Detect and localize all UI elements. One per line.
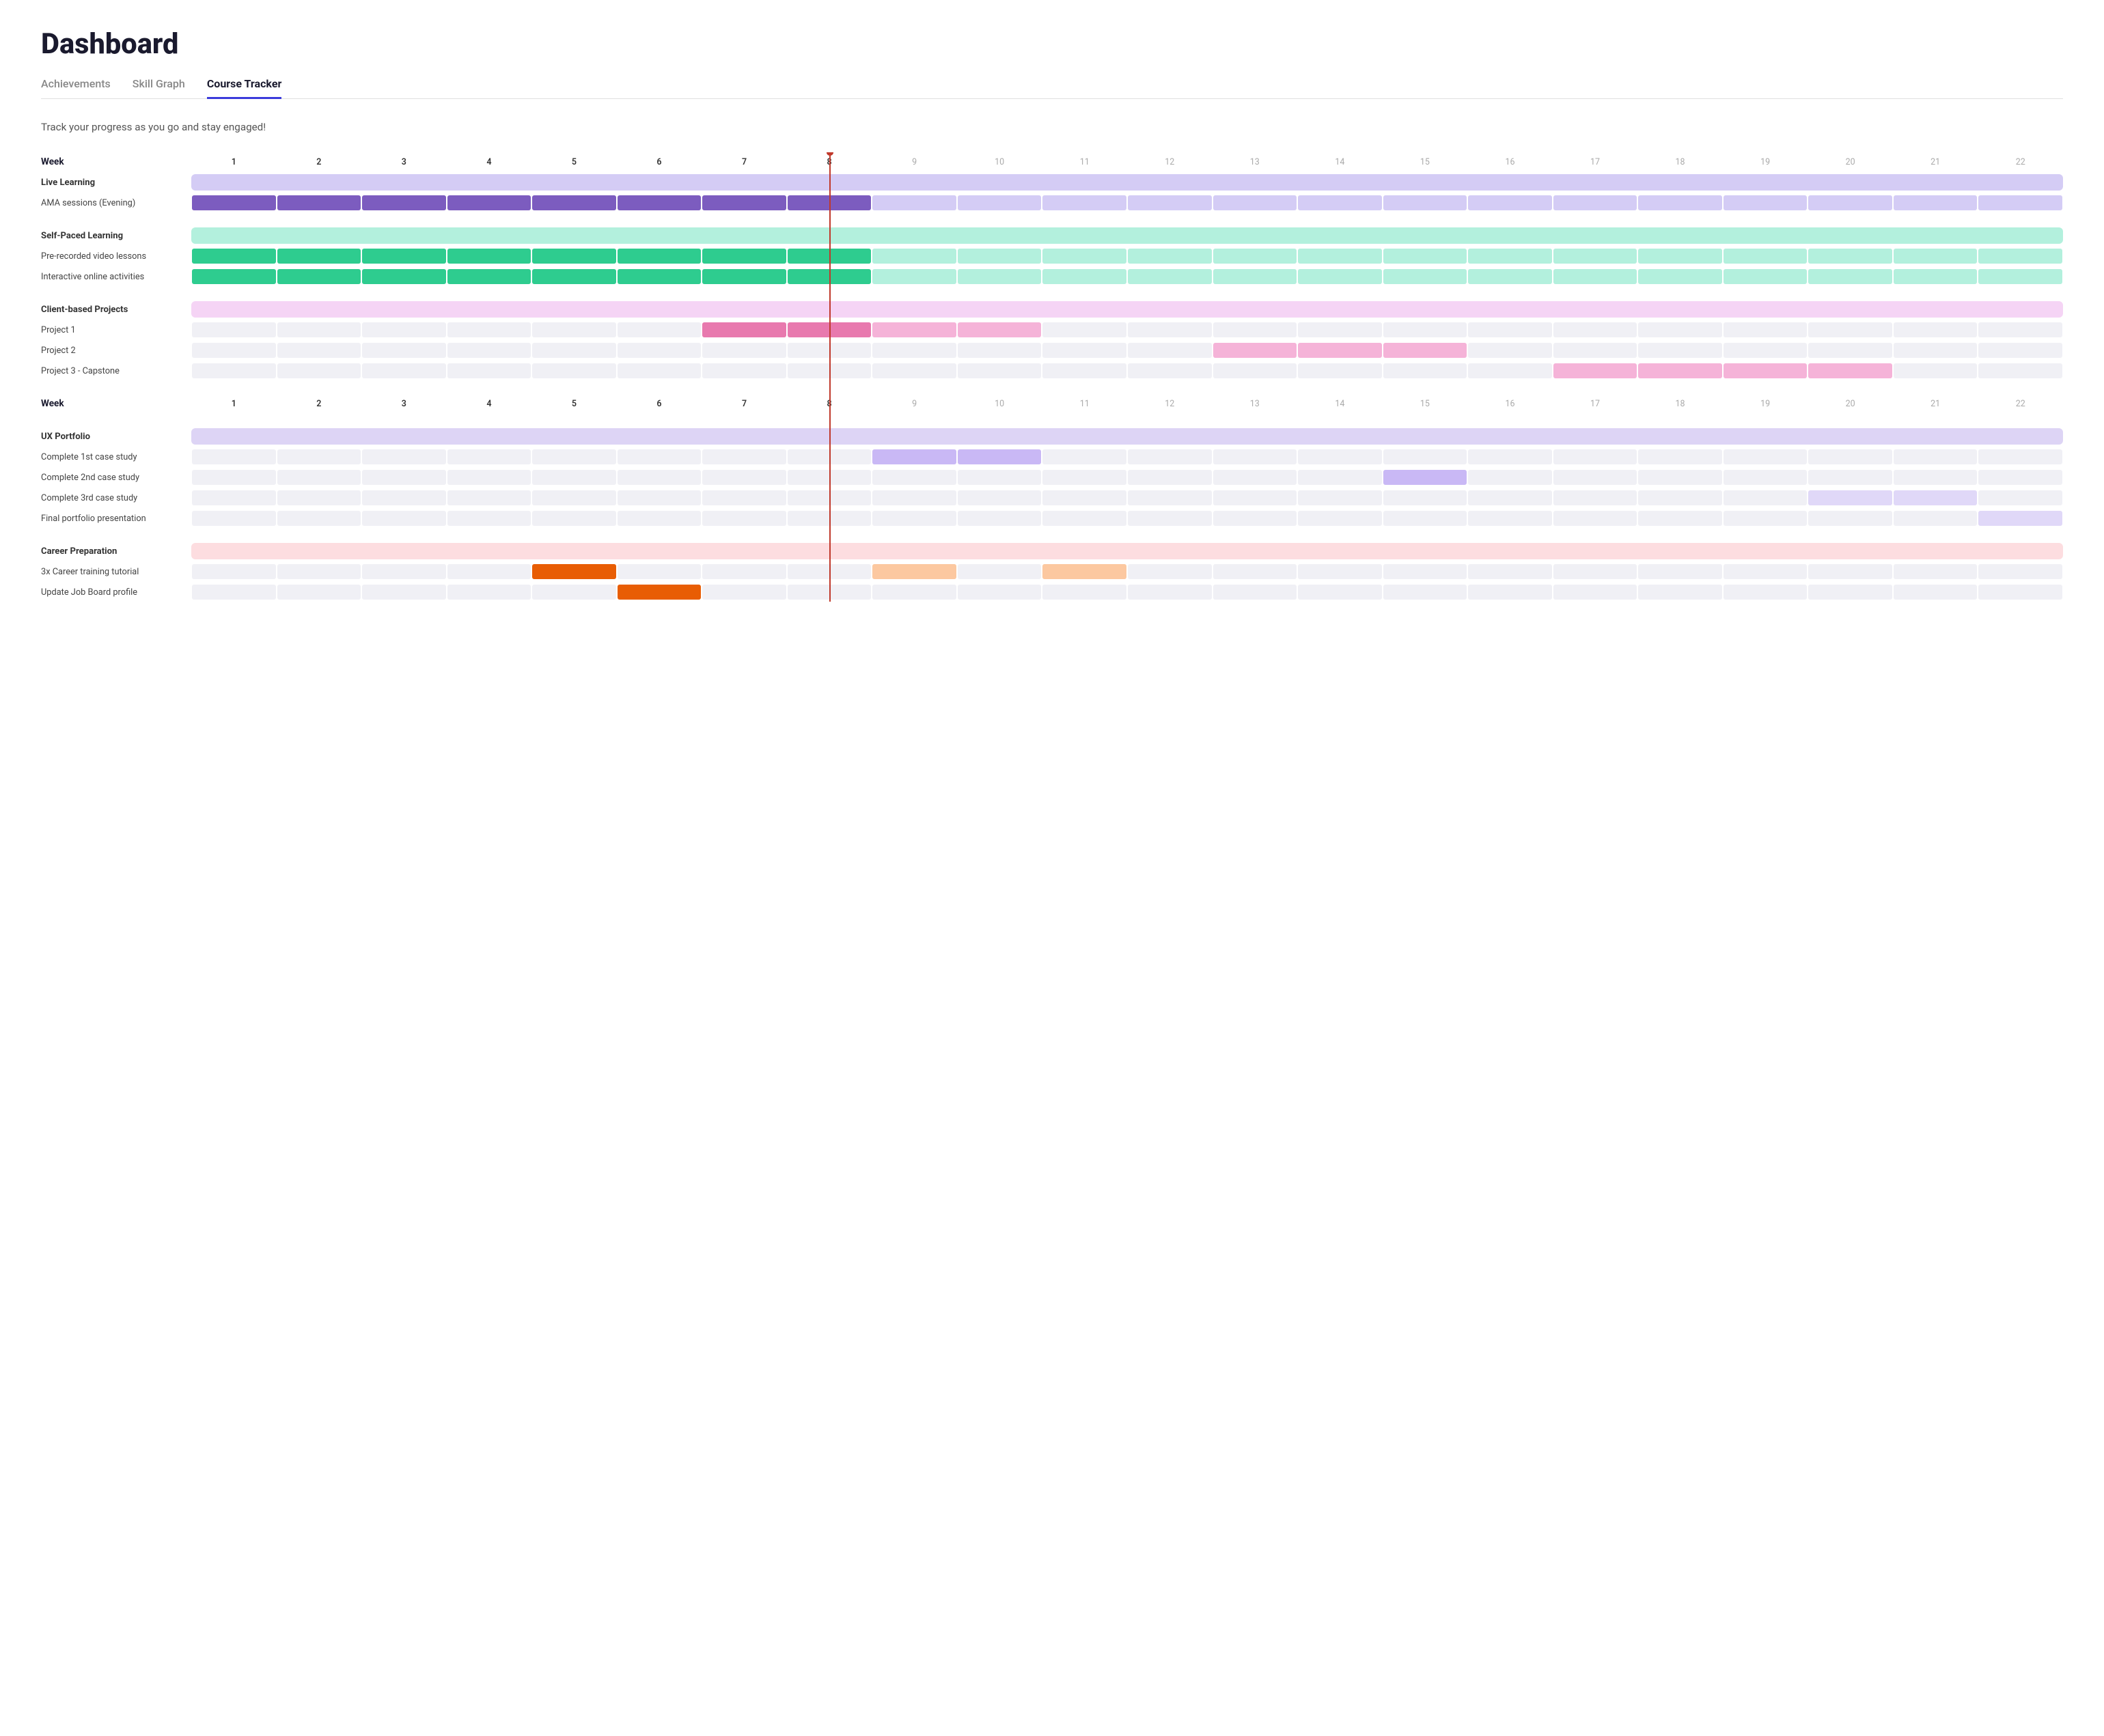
- week-num-9: 9: [872, 157, 957, 167]
- week-num-11: 11: [1042, 399, 1127, 409]
- week-num-4: 4: [447, 399, 532, 409]
- week-num-7: 7: [702, 157, 787, 167]
- week-num-13: 13: [1213, 399, 1298, 409]
- week-label: Week: [41, 156, 191, 167]
- week-num-17: 17: [1553, 399, 1638, 409]
- section-bg-self-paced: [191, 227, 2063, 244]
- week-num-1: 1: [191, 399, 277, 409]
- week-num-15: 15: [1383, 157, 1468, 167]
- task-label: Project 1: [41, 325, 191, 335]
- task-label: Interactive online activities: [41, 272, 191, 282]
- week-num-3: 3: [361, 157, 447, 167]
- section-row-client-projects: Client-based Projects: [41, 300, 2063, 319]
- task-label: Complete 1st case study: [41, 452, 191, 462]
- week-num-22: 22: [1978, 399, 2063, 409]
- week-num-6: 6: [617, 157, 702, 167]
- task-label: Complete 2nd case study: [41, 473, 191, 483]
- section-row-live-learning: Live Learning: [41, 173, 2063, 192]
- task-row-ux-portfolio: Final portfolio presentation: [41, 509, 2063, 528]
- task-row-self-paced: Interactive online activities: [41, 267, 2063, 286]
- week-num-8: 8: [787, 157, 872, 167]
- week-num-21: 21: [1893, 399, 1978, 409]
- week-header-row: Week12345678910111213141516171819202122: [41, 394, 2063, 413]
- week-num-20: 20: [1808, 399, 1893, 409]
- week-num-12: 12: [1127, 157, 1213, 167]
- week-num-16: 16: [1467, 157, 1553, 167]
- section-row-career-prep: Career Preparation: [41, 542, 2063, 561]
- task-label: Pre-recorded video lessons: [41, 251, 191, 262]
- week-num-6: 6: [617, 399, 702, 409]
- week-num-5: 5: [531, 399, 617, 409]
- tab-achievements[interactable]: Achievements: [41, 77, 111, 99]
- task-label: AMA sessions (Evening): [41, 198, 191, 208]
- task-label: Final portfolio presentation: [41, 514, 191, 524]
- week-num-19: 19: [1723, 157, 1808, 167]
- week-num-14: 14: [1297, 157, 1383, 167]
- subtitle: Track your progress as you go and stay e…: [41, 121, 2063, 133]
- gantt-chart: Week12345678910111213141516171819202122L…: [41, 152, 2063, 602]
- week-num-12: 12: [1127, 399, 1213, 409]
- task-label: Complete 3rd case study: [41, 493, 191, 503]
- task-row-career-prep: Update Job Board profile: [41, 583, 2063, 602]
- section-label-live-learning: Live Learning: [41, 178, 191, 188]
- week-num-19: 19: [1723, 399, 1808, 409]
- gantt-wrapper: Week12345678910111213141516171819202122L…: [41, 152, 2063, 603]
- task-row-career-prep: 3x Career training tutorial: [41, 562, 2063, 581]
- section-bg-client-projects: [191, 301, 2063, 318]
- tab-course-tracker[interactable]: Course Tracker: [207, 77, 282, 99]
- page-title: Dashboard: [41, 27, 2063, 61]
- section-bg-ux-portfolio: [191, 428, 2063, 445]
- week-num-1: 1: [191, 157, 277, 167]
- task-row-ux-portfolio: Complete 1st case study: [41, 447, 2063, 466]
- task-label: Update Job Board profile: [41, 587, 191, 598]
- section-label-self-paced: Self-Paced Learning: [41, 231, 191, 241]
- section-label-ux-portfolio: UX Portfolio: [41, 432, 191, 442]
- week-num-14: 14: [1297, 399, 1383, 409]
- week-num-9: 9: [872, 399, 957, 409]
- task-row-ux-portfolio: Complete 2nd case study: [41, 468, 2063, 487]
- section-row-ux-portfolio: UX Portfolio: [41, 427, 2063, 446]
- task-label: 3x Career training tutorial: [41, 567, 191, 577]
- section-bg-live-learning: [191, 174, 2063, 191]
- task-row-self-paced: Pre-recorded video lessons: [41, 247, 2063, 266]
- section-label-client-projects: Client-based Projects: [41, 305, 191, 315]
- week-num-4: 4: [447, 157, 532, 167]
- week-num-2: 2: [277, 157, 362, 167]
- week-label: Week: [41, 398, 191, 409]
- week-num-20: 20: [1808, 157, 1893, 167]
- week-num-11: 11: [1042, 157, 1127, 167]
- week-num-17: 17: [1553, 157, 1638, 167]
- task-row-client-projects: Project 3 - Capstone: [41, 361, 2063, 380]
- week-header-row: Week12345678910111213141516171819202122: [41, 152, 2063, 171]
- task-label: Project 3 - Capstone: [41, 366, 191, 376]
- week-num-16: 16: [1467, 399, 1553, 409]
- section-bg-career-prep: [191, 543, 2063, 559]
- task-row-client-projects: Project 2: [41, 341, 2063, 360]
- week-num-7: 7: [702, 399, 787, 409]
- week-num-2: 2: [277, 399, 362, 409]
- week-num-8: 8: [787, 399, 872, 409]
- week-num-21: 21: [1893, 157, 1978, 167]
- week-num-10: 10: [957, 157, 1042, 167]
- week-num-13: 13: [1213, 157, 1298, 167]
- week-num-10: 10: [957, 399, 1042, 409]
- section-label-career-prep: Career Preparation: [41, 546, 191, 557]
- week-num-18: 18: [1637, 399, 1723, 409]
- gantt-inner: Week12345678910111213141516171819202122L…: [41, 152, 2063, 602]
- tab-bar: Achievements Skill Graph Course Tracker: [41, 77, 2063, 99]
- week-num-15: 15: [1383, 399, 1468, 409]
- week-num-22: 22: [1978, 157, 2063, 167]
- task-row-ux-portfolio: Complete 3rd case study: [41, 488, 2063, 507]
- tab-skill-graph[interactable]: Skill Graph: [133, 77, 185, 99]
- task-row-live-learning: AMA sessions (Evening): [41, 193, 2063, 212]
- section-row-self-paced: Self-Paced Learning: [41, 226, 2063, 245]
- week-num-5: 5: [531, 157, 617, 167]
- week-num-18: 18: [1637, 157, 1723, 167]
- task-label: Project 2: [41, 346, 191, 356]
- week-num-3: 3: [361, 399, 447, 409]
- task-row-client-projects: Project 1: [41, 320, 2063, 339]
